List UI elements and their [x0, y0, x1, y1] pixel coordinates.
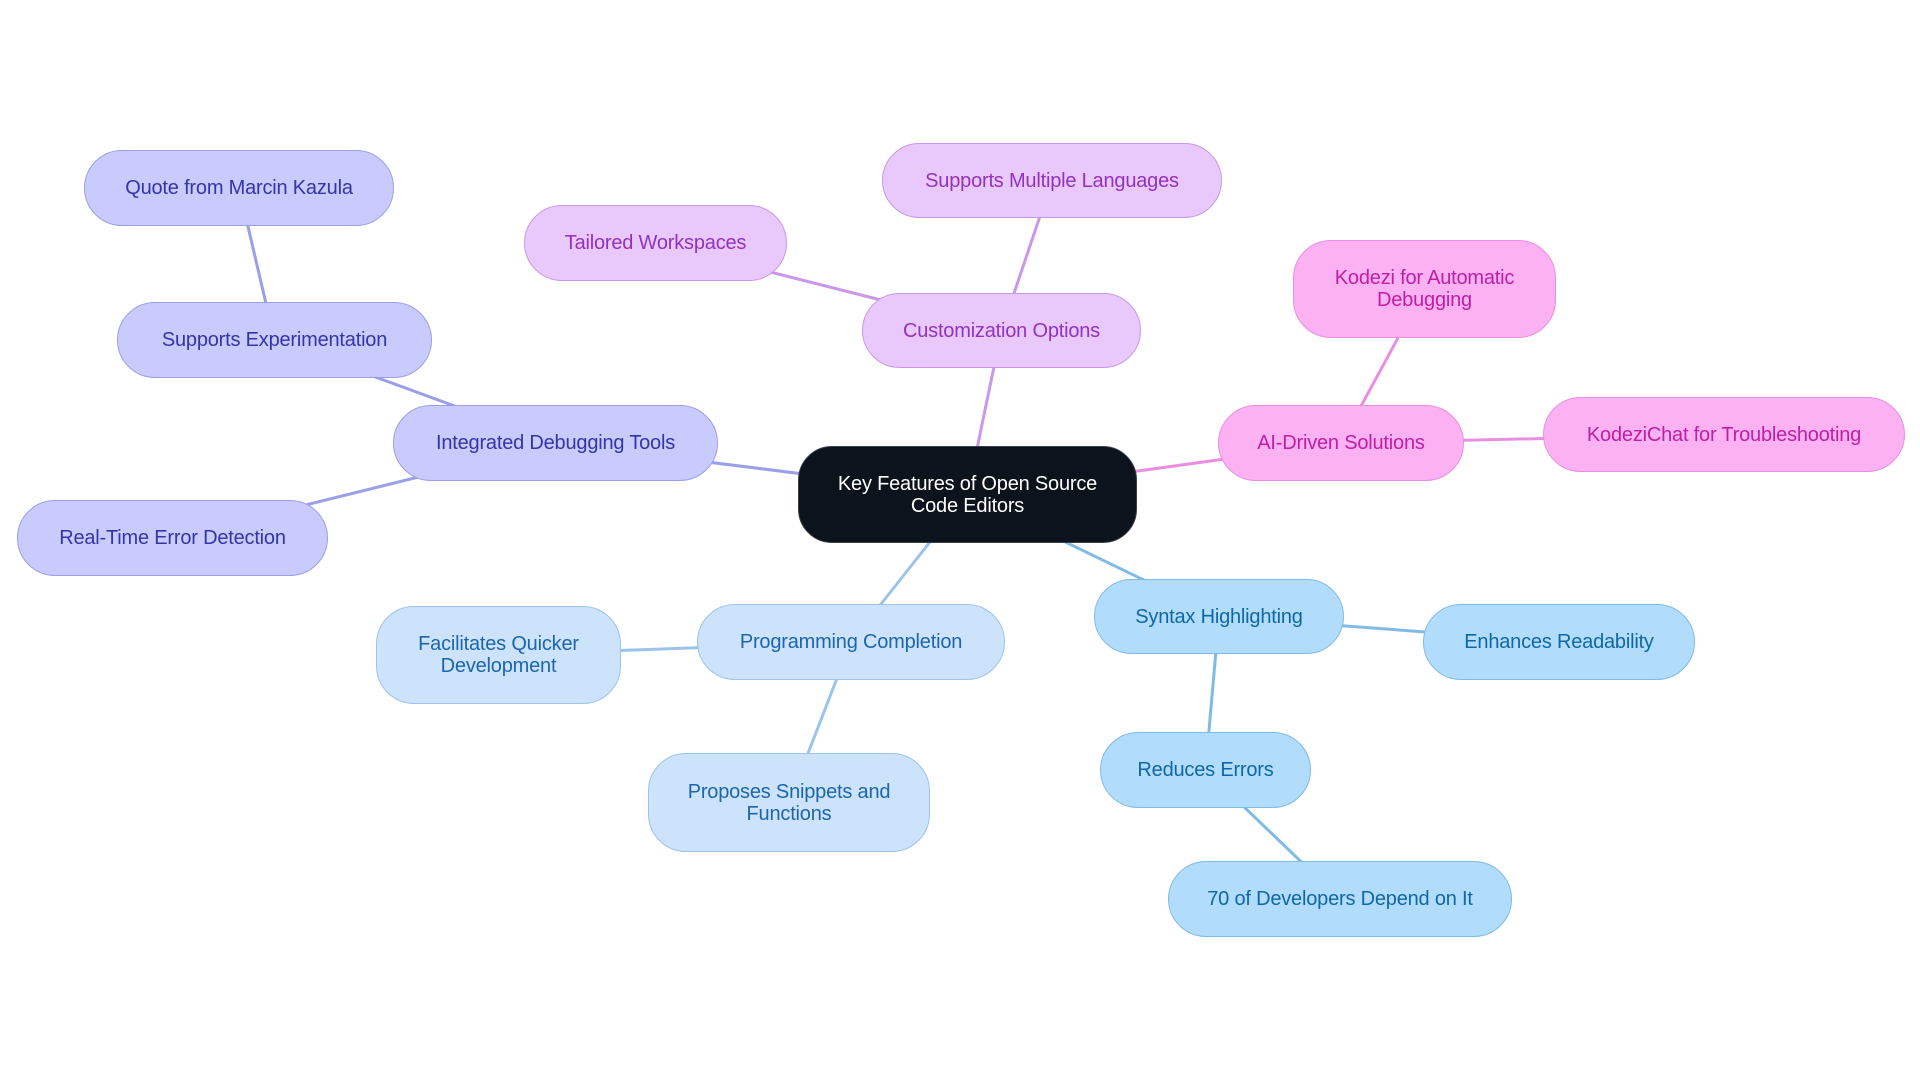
node-programming-completion[interactable]: Programming Completion	[697, 604, 1005, 680]
node-label: Programming Completion	[739, 631, 963, 653]
node-supports-multiple-languages[interactable]: Supports Multiple Languages	[882, 143, 1222, 218]
node-label: KodeziChat for Troubleshooting	[1586, 423, 1862, 446]
node-label: AI-Driven Solutions	[1257, 432, 1425, 454]
node-label: Kodezi for Automatic Debugging	[1334, 267, 1515, 311]
node-label: Customization Options	[902, 319, 1100, 342]
node-label: Real-Time Error Detection	[59, 527, 286, 549]
node-70-developers-depend[interactable]: 70 of Developers Depend on It	[1168, 861, 1512, 937]
node-label: Facilitates Quicker Development	[418, 633, 579, 677]
root-node-label: Key Features of Open Source Code Editors	[837, 472, 1098, 517]
node-proposes-snippets-functions[interactable]: Proposes Snippets and Functions	[648, 753, 930, 852]
node-quote-from-marcin-kazula[interactable]: Quote from Marcin Kazula	[84, 150, 394, 226]
node-label: Quote from Marcin Kazula	[125, 177, 353, 199]
node-supports-experimentation[interactable]: Supports Experimentation	[117, 302, 432, 378]
node-label: Syntax Highlighting	[1135, 605, 1303, 628]
node-ai-driven-solutions[interactable]: AI-Driven Solutions	[1218, 405, 1464, 481]
node-label: Tailored Workspaces	[564, 232, 747, 254]
root-node[interactable]: Key Features of Open Source Code Editors	[798, 446, 1137, 543]
node-label: Integrated Debugging Tools	[435, 432, 676, 454]
node-reduces-errors[interactable]: Reduces Errors	[1100, 732, 1311, 808]
node-tailored-workspaces[interactable]: Tailored Workspaces	[524, 205, 787, 281]
node-label: Supports Multiple Languages	[925, 169, 1179, 192]
node-integrated-debugging-tools[interactable]: Integrated Debugging Tools	[393, 405, 718, 481]
node-kodezi-automatic-debugging[interactable]: Kodezi for Automatic Debugging	[1293, 240, 1556, 338]
node-facilitates-quicker-development[interactable]: Facilitates Quicker Development	[376, 606, 621, 704]
node-label: Proposes Snippets and Functions	[687, 780, 891, 825]
node-enhances-readability[interactable]: Enhances Readability	[1423, 604, 1695, 680]
node-label: Enhances Readability	[1464, 631, 1654, 653]
node-label: 70 of Developers Depend on It	[1207, 888, 1473, 910]
node-kodezichat-troubleshooting[interactable]: KodeziChat for Troubleshooting	[1543, 397, 1905, 472]
node-label: Supports Experimentation	[161, 329, 388, 351]
node-label: Reduces Errors	[1137, 759, 1274, 781]
node-real-time-error-detection[interactable]: Real-Time Error Detection	[17, 500, 328, 576]
node-customization-options[interactable]: Customization Options	[862, 293, 1141, 368]
node-syntax-highlighting[interactable]: Syntax Highlighting	[1094, 579, 1344, 654]
